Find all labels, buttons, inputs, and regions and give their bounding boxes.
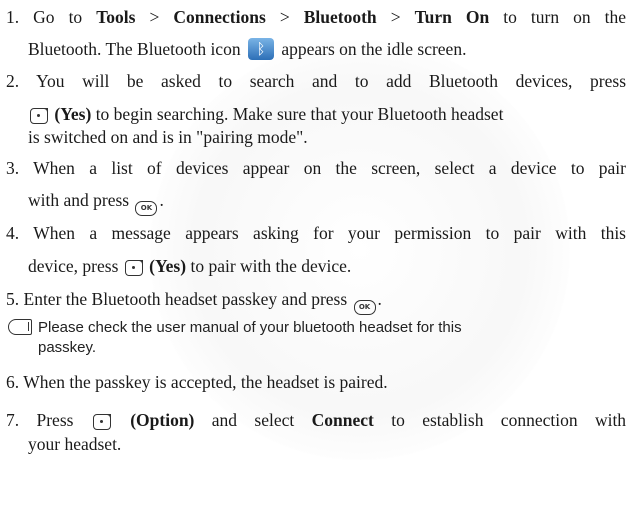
step-text: with and press (28, 190, 130, 210)
step-number: 1. (6, 7, 20, 27)
note-line-2: passkey. (38, 338, 635, 358)
step-text: is switched on and is in "pairing mode". (28, 127, 308, 147)
step-text: Press (36, 410, 74, 430)
step-text: Go to (33, 7, 83, 27)
step-text: Bluetooth. The Bluetooth icon (28, 39, 241, 59)
punctuation: . (377, 289, 382, 309)
step-number: 3. (6, 158, 20, 178)
step-3-line-1: 3. When a list of devices appear on the … (6, 157, 626, 179)
punctuation: . (159, 190, 164, 210)
step-text: to begin searching. Make sure that your … (95, 104, 504, 124)
left-softkey-icon (92, 413, 112, 430)
step-2-line-1: 2. You will be asked to search and to ad… (6, 70, 626, 92)
step-7-line-1: 7. Press (Option) and select Connect to … (6, 409, 626, 431)
step-text: When the passkey is accepted, the headse… (23, 372, 388, 392)
separator: > (149, 7, 160, 27)
step-text: When a message appears asking for your p… (33, 223, 626, 243)
menu-bluetooth: Bluetooth (303, 7, 377, 27)
step-number: 6. (6, 372, 20, 392)
softkey-label-yes: (Yes) (149, 256, 187, 276)
step-3-line-2: with and press OK. (28, 189, 635, 216)
bluetooth-icon (247, 38, 274, 60)
ok-key-icon: OK (135, 201, 158, 216)
step-2-line-3: is switched on and is in "pairing mode". (28, 126, 635, 148)
softkey-label-yes: (Yes) (54, 104, 92, 124)
step-2-line-2: (Yes) to begin searching. Make sure that… (28, 103, 626, 125)
step-text: your headset. (28, 434, 122, 454)
step-text: to turn on the (503, 7, 627, 27)
menu-connections: Connections (173, 7, 266, 27)
step-6: 6. When the passkey is accepted, the hea… (6, 371, 626, 393)
note-line-1: Please check the user manual of your blu… (8, 318, 628, 338)
note-icon (8, 319, 32, 335)
step-text: When a list of devices appear on the scr… (33, 158, 626, 178)
step-number: 7. (6, 410, 20, 430)
step-text: to establish connection with (391, 410, 627, 430)
left-softkey-icon (124, 259, 144, 276)
step-4-line-1: 4. When a message appears asking for you… (6, 222, 626, 244)
note-text: passkey. (38, 339, 97, 356)
step-number: 4. (6, 223, 20, 243)
step-text: device, press (28, 256, 119, 276)
step-4-line-2: device, press (Yes) to pair with the dev… (28, 255, 635, 277)
menu-turn-on: Turn On (414, 7, 490, 27)
step-text: appears on the idle screen. (281, 39, 467, 59)
softkey-label-option: (Option) (130, 410, 195, 430)
step-text: and select (211, 410, 295, 430)
ok-key-icon: OK (353, 300, 376, 315)
step-1-line-1: 1. Go to Tools > Connections > Bluetooth… (6, 6, 626, 28)
step-text: Enter the Bluetooth headset passkey and … (23, 289, 348, 309)
step-1-line-2: Bluetooth. The Bluetooth icon appears on… (28, 38, 635, 60)
step-number: 2. (6, 71, 20, 91)
menu-connect: Connect (311, 410, 374, 430)
step-number: 5. (6, 289, 20, 309)
note-text: Please check the user manual of your blu… (38, 319, 462, 336)
separator: > (390, 7, 401, 27)
step-5: 5. Enter the Bluetooth headset passkey a… (6, 288, 626, 315)
step-text: to pair with the device. (190, 256, 352, 276)
step-text: You will be asked to search and to add B… (36, 71, 627, 91)
separator: > (279, 7, 290, 27)
step-7-line-2: your headset. (28, 433, 635, 455)
left-softkey-icon (30, 107, 49, 124)
menu-tools: Tools (96, 7, 136, 27)
